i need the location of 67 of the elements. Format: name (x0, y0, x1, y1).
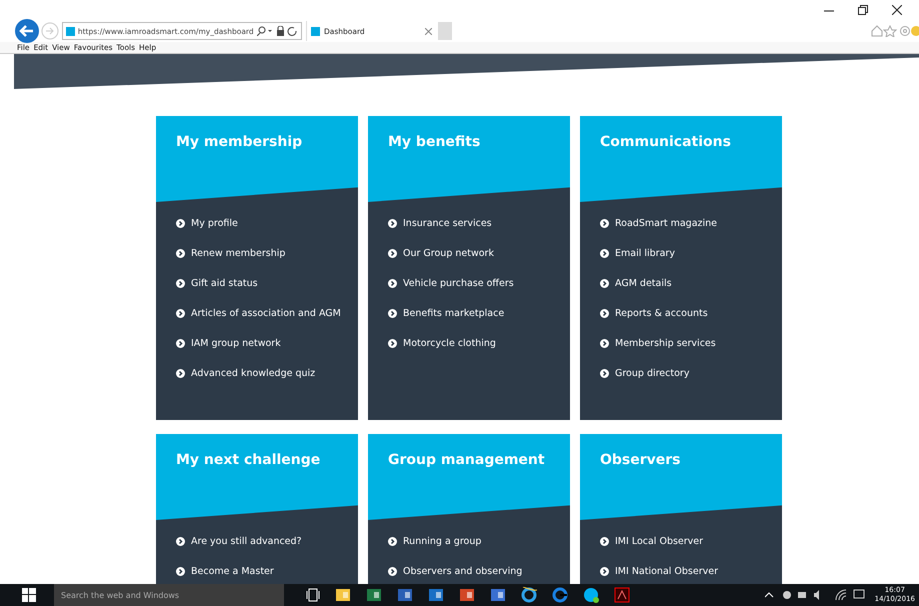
card-title: Observers (599, 451, 681, 468)
card-link[interactable]: Are you still advanced? (191, 536, 302, 546)
chevron-icon (176, 338, 185, 348)
chevron-icon (600, 218, 609, 228)
close-icon[interactable] (892, 5, 902, 15)
card-link[interactable]: Membership services (615, 338, 716, 348)
browser-icon[interactable] (552, 587, 568, 603)
windows-icon[interactable] (22, 588, 36, 602)
restore-icon[interactable] (858, 5, 868, 15)
card-link[interactable]: Group directory (615, 368, 690, 378)
card-link[interactable]: Motorcycle clothing (403, 338, 496, 348)
site-icon (66, 26, 75, 36)
card-link[interactable]: Our Group network (403, 248, 494, 258)
chevron-icon (176, 536, 185, 546)
chat-app-icon[interactable] (583, 587, 599, 603)
chevron-icon (388, 308, 397, 318)
browser-icon[interactable] (521, 587, 537, 603)
card-link[interactable]: Articles of association and AGM (191, 308, 341, 318)
chevron-icon (388, 278, 397, 288)
card-title: My benefits (387, 133, 480, 150)
chevron-icon (176, 278, 185, 288)
card-link[interactable]: IAM group network (191, 338, 281, 348)
card-link[interactable]: Advanced knowledge quiz (191, 368, 316, 378)
folder-icon[interactable] (335, 587, 351, 603)
card-link[interactable]: Running a group (403, 536, 482, 546)
chevron-icon (388, 566, 397, 576)
back-icon[interactable] (15, 19, 39, 43)
card-link[interactable]: Benefits marketplace (403, 308, 504, 318)
chevron-icon (600, 248, 609, 258)
card-link[interactable]: Become a Master (191, 566, 274, 576)
chevron-icon (176, 566, 185, 576)
search-field[interactable]: Search the web and Windows (54, 584, 284, 606)
card-link[interactable]: Reports & accounts (615, 308, 708, 318)
chevron-icon (176, 368, 185, 378)
network-notifications-icons-drawing[interactable] (834, 589, 865, 601)
card-link[interactable]: AGM details (615, 278, 672, 288)
chevron-icon (176, 248, 185, 258)
card-link[interactable]: Vehicle purchase offers (403, 278, 514, 288)
card-link[interactable]: Insurance services (403, 218, 492, 228)
card-link[interactable]: My profile (191, 218, 238, 228)
chevron-icon (388, 338, 397, 348)
chevron-icon (600, 308, 609, 318)
site-icon (311, 26, 320, 36)
chevron-icon (176, 308, 185, 318)
card-link[interactable]: Email library (615, 248, 675, 258)
card-link[interactable]: Gift aid status (191, 278, 258, 288)
chevron-icon (388, 536, 397, 546)
chevron-icon (600, 566, 609, 576)
address-tools-icon[interactable] (256, 26, 298, 36)
chevron-icon (600, 338, 609, 348)
card-link[interactable]: IMI Local Observer (615, 536, 704, 546)
chevron-icon (600, 368, 609, 378)
chevron-icon (600, 536, 609, 546)
card-title: Communications (599, 133, 731, 150)
card-link[interactable]: Observers and observing (403, 566, 522, 576)
task-view-icon[interactable] (306, 588, 320, 602)
card-title: My next challenge (175, 451, 320, 468)
card-link[interactable]: Renew membership (191, 248, 286, 258)
chevron-icon (600, 278, 609, 288)
chevron-icon (176, 218, 185, 228)
chevron-icon (388, 218, 397, 228)
card-link[interactable]: RoadSmart magazine (615, 218, 718, 228)
presentation-icon[interactable] (459, 587, 475, 603)
card-link[interactable]: IMI National Observer (615, 566, 718, 576)
chevron-icon (388, 248, 397, 258)
card-title: Group management (387, 451, 545, 468)
card-title: My membership (175, 133, 302, 150)
